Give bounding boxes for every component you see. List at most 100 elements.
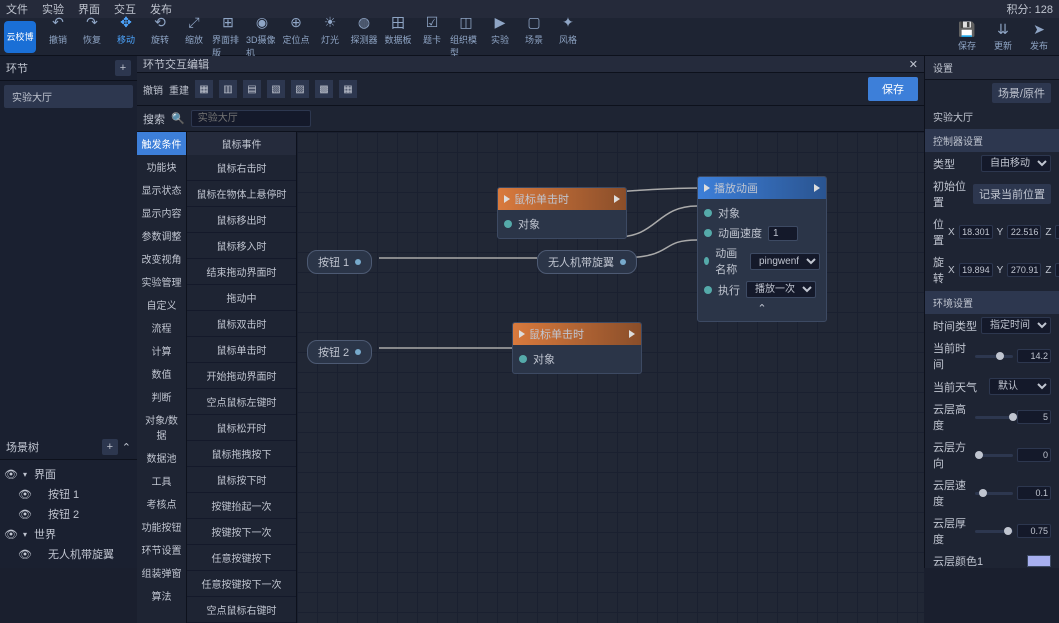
toolbar-界面排版[interactable]: ⊞界面排版 [212, 15, 244, 59]
tree-row[interactable]: 👁按钮 1 [0, 484, 137, 504]
tree-row[interactable]: 👁▾世界 [0, 524, 137, 544]
toolbar-实验[interactable]: ▶实验 [484, 15, 516, 59]
port-icon[interactable] [704, 286, 712, 294]
slider[interactable] [975, 416, 1013, 419]
tool-icon[interactable]: ▨ [291, 80, 309, 98]
tree-row[interactable]: 👁▾界面 [0, 464, 137, 484]
port-icon[interactable] [355, 259, 361, 265]
speed-input[interactable] [768, 226, 798, 241]
category-item[interactable]: 自定义 [137, 293, 186, 316]
category-item[interactable]: 流程 [137, 316, 186, 339]
category-item[interactable]: 环节设置 [137, 538, 186, 561]
anim-select[interactable]: pingwenfeixing [750, 253, 820, 270]
event-item[interactable]: 任意按键按下 [187, 545, 296, 571]
node-canvas[interactable]: 鼠标单击时 对象 按钮 1 无人机带旋翼 播放动画 对象 动画速度 动画名称pi… [297, 132, 924, 623]
toolbar-风格[interactable]: ✦风格 [552, 15, 584, 59]
val-input[interactable] [1017, 524, 1051, 538]
toolbar-探测器[interactable]: ◍探测器 [348, 15, 380, 59]
eye-icon[interactable]: 👁 [18, 508, 30, 521]
port-icon[interactable] [704, 209, 712, 217]
event-item[interactable]: 鼠标单击时 [187, 337, 296, 363]
slider[interactable] [975, 454, 1013, 457]
toolbar-场景[interactable]: ▢场景 [518, 15, 550, 59]
time-slider[interactable] [975, 355, 1013, 358]
variable-pill[interactable]: 按钮 2 [307, 340, 372, 364]
category-item[interactable]: 功能块 [137, 155, 186, 178]
menu-file[interactable]: 文件 [6, 1, 28, 17]
caret-icon[interactable]: ▾ [20, 470, 30, 479]
time-type-select[interactable]: 指定时间 [981, 317, 1051, 334]
search-input[interactable] [191, 110, 311, 127]
caret-icon[interactable]: ▾ [20, 530, 30, 539]
toolbar-更新[interactable]: ⇊更新 [987, 21, 1019, 52]
event-item[interactable]: 按键按下一次 [187, 519, 296, 545]
toolbar-灯光[interactable]: ☀灯光 [314, 15, 346, 59]
event-item[interactable]: 开始拖动界面时 [187, 363, 296, 389]
toolbar-组织模型[interactable]: ◫组织模型 [450, 15, 482, 59]
tool-icon[interactable]: ▦ [195, 80, 213, 98]
toolbar-数据板[interactable]: 田数据板 [382, 15, 414, 59]
exec-select[interactable]: 播放一次动画 [746, 281, 816, 298]
category-item[interactable]: 对象/数据 [137, 408, 186, 446]
val-input[interactable] [1017, 410, 1051, 424]
toolbar-移动[interactable]: ✥移动 [110, 15, 142, 59]
val-input[interactable] [1017, 486, 1051, 500]
settings-tab[interactable]: 设置 [925, 56, 1059, 80]
port-icon[interactable] [704, 257, 709, 265]
tool-icon[interactable]: ▤ [243, 80, 261, 98]
event-item[interactable]: 空点鼠标右键时 [187, 597, 296, 623]
weather-select[interactable]: 默认 [989, 378, 1051, 395]
val-input[interactable] [1017, 448, 1051, 462]
tool-icon[interactable]: ▧ [267, 80, 285, 98]
event-item[interactable]: 鼠标按下时 [187, 467, 296, 493]
category-item[interactable]: 触发条件 [137, 132, 186, 155]
eye-icon[interactable]: 👁 [18, 548, 30, 561]
port-icon[interactable] [519, 355, 527, 363]
slider[interactable] [975, 492, 1013, 495]
category-item[interactable]: 判断 [137, 385, 186, 408]
toolbar-定位点[interactable]: ⊕定位点 [280, 15, 312, 59]
save-button[interactable]: 保存 [868, 77, 918, 101]
slider[interactable] [975, 530, 1013, 533]
category-item[interactable]: 算法 [137, 584, 186, 607]
pos-z[interactable] [1055, 225, 1059, 239]
category-item[interactable]: 数值 [137, 362, 186, 385]
eye-icon[interactable]: 👁 [4, 468, 16, 481]
add-icon[interactable]: + [102, 439, 118, 455]
category-item[interactable]: 功能按钮 [137, 515, 186, 538]
event-item[interactable]: 鼠标移出时 [187, 207, 296, 233]
event-item[interactable]: 鼠标在物体上悬停时 [187, 181, 296, 207]
event-item[interactable]: 鼠标右击时 [187, 155, 296, 181]
event-item[interactable]: 鼠标松开时 [187, 415, 296, 441]
event-item[interactable]: 结束拖动界面时 [187, 259, 296, 285]
event-item[interactable]: 鼠标移入时 [187, 233, 296, 259]
event-item[interactable]: 鼠标双击时 [187, 311, 296, 337]
rot-y[interactable] [1007, 263, 1041, 277]
category-item[interactable]: 改变视角 [137, 247, 186, 270]
toolbar-旋转[interactable]: ⟲旋转 [144, 15, 176, 59]
tool-icon[interactable]: ▥ [219, 80, 237, 98]
time-val[interactable] [1017, 349, 1051, 363]
variable-pill[interactable]: 无人机带旋翼 [537, 250, 637, 274]
event-item[interactable]: 任意按键按下一次 [187, 571, 296, 597]
toolbar-缩放[interactable]: ⤢缩放 [178, 15, 210, 59]
toolbar-撤销[interactable]: ↶撤销 [42, 15, 74, 59]
color-swatch[interactable] [1027, 555, 1051, 567]
undo-button[interactable]: 撤销 [143, 82, 163, 97]
expand-icon[interactable]: ⌃ [122, 441, 131, 454]
variable-pill[interactable]: 按钮 1 [307, 250, 372, 274]
toolbar-恢复[interactable]: ↷恢复 [76, 15, 108, 59]
category-item[interactable]: 参数调整 [137, 224, 186, 247]
add-icon[interactable]: + [115, 60, 131, 76]
pos-x[interactable] [959, 225, 993, 239]
category-item[interactable]: 显示状态 [137, 178, 186, 201]
port-icon[interactable] [704, 229, 712, 237]
category-item[interactable]: 实验管理 [137, 270, 186, 293]
type-select[interactable]: 自由移动 [981, 155, 1051, 172]
port-icon[interactable] [355, 349, 361, 355]
event-item[interactable]: 空点鼠标左键时 [187, 389, 296, 415]
pos-y[interactable] [1007, 225, 1041, 239]
lab-tab[interactable]: 实验大厅 [4, 85, 133, 108]
close-icon[interactable]: ✕ [909, 58, 918, 71]
category-item[interactable]: 显示内容 [137, 201, 186, 224]
